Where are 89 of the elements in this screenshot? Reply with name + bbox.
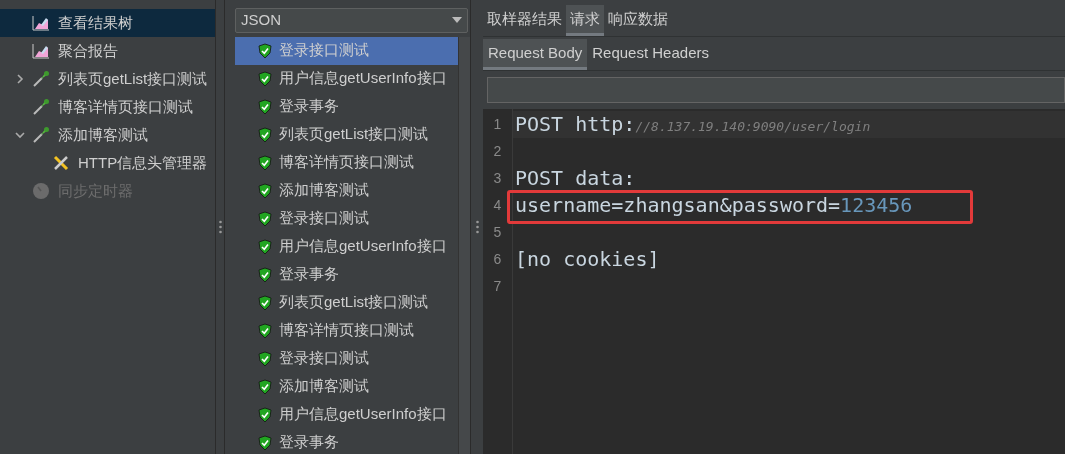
line-number: 6 [492,250,503,269]
tree-item-label: 添加博客测试 [58,124,148,145]
result-item[interactable]: 列表页getList接口测试 [235,288,458,317]
tab[interactable]: 请求 [566,5,604,36]
pipette-icon [32,70,50,88]
shield-check-icon [258,350,272,367]
result-item[interactable]: 列表页getList接口测试 [235,120,458,149]
chart-icon [32,15,50,31]
tab[interactable]: Request Headers [587,39,714,70]
result-label: 列表页getList接口测试 [279,124,429,145]
tree-item[interactable]: 聚合报告 [0,37,215,65]
tree-item[interactable]: 博客详情页接口测试 [0,93,215,121]
pipette-icon [32,98,50,116]
result-label: 添加博客测试 [279,376,369,397]
result-label: 登录接口测试 [279,348,369,369]
shield-check-icon [258,210,272,227]
shield-check-icon [258,182,272,199]
result-item[interactable]: 用户信息getUserInfo接口 [235,400,458,429]
shield-check-icon [258,98,272,115]
caret-down-icon [452,17,462,24]
tab[interactable]: Request Body [483,39,588,70]
line-number: 7 [492,277,503,296]
result-item[interactable]: 博客详情页接口测试 [235,316,458,345]
line-number: 3 [492,169,503,188]
result-item[interactable]: 用户信息getUserInfo接口 [235,64,458,93]
pipette-icon [32,126,50,144]
result-label: 博客详情页接口测试 [279,152,414,173]
shield-check-icon [258,322,272,339]
splitter-handle-icon[interactable] [475,220,479,234]
code-text: 123456 [840,192,913,219]
result-item[interactable]: 添加博客测试 [235,176,458,205]
code-text: [no cookies] [515,246,660,273]
result-item[interactable]: 用户信息getUserInfo接口 [235,232,458,261]
result-item[interactable]: 登录事务 [235,260,458,289]
result-label: 添加博客测试 [279,180,369,201]
shield-check-icon [258,294,272,311]
timer-icon [32,182,50,200]
tree-item[interactable]: 添加博客测试 [0,121,215,149]
code-text: POST data: [515,165,636,192]
tree-item[interactable]: 查看结果树 [0,9,215,37]
result-label: 登录接口测试 [279,40,369,61]
tree-item-label: 聚合报告 [58,40,118,61]
result-label: 登录事务 [279,96,339,117]
shield-check-icon [258,42,272,59]
result-item[interactable]: 登录事务 [235,92,458,121]
shield-check-icon [258,70,272,87]
result-label: 用户信息getUserInfo接口 [279,404,447,425]
tab[interactable]: 取样器结果 [483,5,566,36]
result-label: 登录事务 [279,264,339,285]
line-number: 2 [492,142,503,161]
shield-check-icon [258,406,272,423]
result-label: 列表页getList接口测试 [279,292,429,313]
tools-icon [52,154,70,172]
renderer-dropdown[interactable]: JSON [235,8,468,33]
tree-item-label: 查看结果树 [58,12,133,33]
splitter-handle-icon[interactable] [218,220,222,234]
search-field[interactable] [487,77,1065,103]
result-label: 用户信息getUserInfo接口 [279,236,447,257]
result-label: 登录事务 [279,432,339,453]
chevron-down-icon[interactable] [15,130,25,140]
scrollbar[interactable] [458,36,470,454]
tree-item-label: 博客详情页接口测试 [58,96,193,117]
result-item[interactable]: 登录接口测试 [235,204,458,233]
line-number: 4 [492,196,503,215]
line-number: 1 [492,115,503,134]
shield-check-icon [258,154,272,171]
tab[interactable]: 响应数据 [604,5,672,36]
result-label: 登录接口测试 [279,208,369,229]
tree-item-label: 列表页getList接口测试 [58,68,208,89]
result-item[interactable]: 登录接口测试 [235,344,458,373]
tree-item[interactable]: 列表页getList接口测试 [0,65,215,93]
tree-item[interactable]: HTTP信息头管理器 [0,149,215,177]
result-label: 用户信息getUserInfo接口 [279,68,447,89]
shield-check-icon [258,378,272,395]
result-item[interactable]: 添加博客测试 [235,372,458,401]
shield-check-icon [258,238,272,255]
shield-check-icon [258,266,272,283]
result-label: 博客详情页接口测试 [279,320,414,341]
shield-check-icon [258,126,272,143]
shield-check-icon [258,434,272,451]
result-item[interactable]: 登录事务 [235,428,458,454]
line-number: 5 [492,223,503,242]
tree-item-label: HTTP信息头管理器 [78,152,208,173]
code-text: //8.137.19.140:9090/user/login [635,118,871,136]
chevron-right-icon[interactable] [15,74,25,84]
result-item[interactable]: 博客详情页接口测试 [235,148,458,177]
chart-icon [32,43,50,59]
code-text: username=zhangsan&password= [515,192,841,219]
code-text: POST http: [515,111,636,138]
